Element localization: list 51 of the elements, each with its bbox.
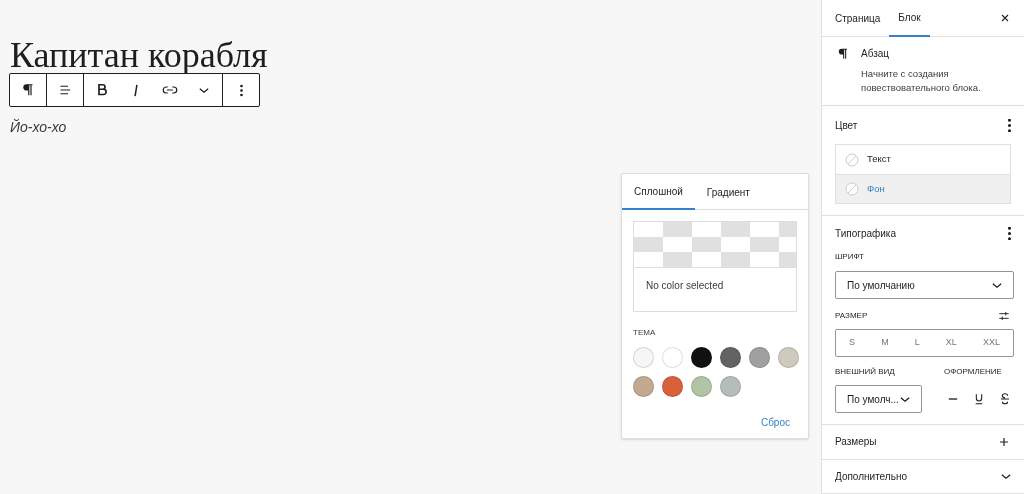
sidebar-tab[interactable]: Блок bbox=[889, 0, 930, 37]
appearance-select[interactable]: По умолч... bbox=[835, 385, 922, 414]
font-select[interactable]: По умолчанию bbox=[835, 271, 1014, 300]
block-name: Абзац bbox=[861, 47, 891, 61]
section-title: Цвет bbox=[835, 118, 858, 133]
color-swatch[interactable] bbox=[662, 376, 683, 397]
size-option[interactable]: XXL bbox=[978, 336, 1004, 350]
field-label: РАЗМЕР bbox=[835, 310, 868, 323]
field-label: ВНЕШНИЙ ВИД bbox=[835, 366, 896, 379]
color-swatch[interactable] bbox=[662, 347, 683, 368]
size-option[interactable]: XL bbox=[941, 336, 961, 350]
color-value-text: No color selected bbox=[645, 279, 725, 293]
reset-link[interactable]: Сброс bbox=[760, 415, 790, 430]
color-swatch[interactable] bbox=[691, 376, 712, 397]
color-swatch[interactable] bbox=[778, 347, 799, 368]
more-vertical-icon bbox=[239, 83, 243, 97]
no-color-icon bbox=[845, 152, 859, 167]
heading-text: Капитан корабля bbox=[10, 38, 268, 72]
minus-icon bbox=[948, 398, 958, 401]
size-option[interactable]: L bbox=[910, 336, 924, 350]
color-swatch[interactable] bbox=[749, 347, 770, 368]
palette-label: ТЕМА bbox=[633, 327, 657, 339]
options-button[interactable] bbox=[1008, 226, 1011, 240]
color-swatch[interactable] bbox=[633, 347, 654, 368]
no-color-icon bbox=[845, 182, 859, 197]
chevron-down-icon bbox=[1001, 473, 1011, 479]
more-vertical-icon bbox=[1008, 118, 1011, 132]
field-label: ОФОРМЛЕНИЕ bbox=[944, 366, 1003, 379]
close-icon bbox=[999, 12, 1011, 24]
panel-header[interactable]: Дополнительно bbox=[822, 459, 1024, 494]
panel-header[interactable]: Размеры bbox=[822, 425, 1024, 460]
color-swatch[interactable] bbox=[633, 376, 654, 397]
section-title: Типографика bbox=[835, 226, 896, 241]
more-vertical-icon bbox=[1008, 226, 1011, 240]
color-setting-item[interactable]: Фон bbox=[836, 174, 1010, 204]
sidebar-tab[interactable]: Страница bbox=[826, 0, 890, 37]
italic-icon bbox=[134, 83, 138, 97]
tab[interactable]: Сплошной bbox=[622, 174, 695, 210]
chevron-down-icon bbox=[992, 282, 1002, 288]
chevron-down-icon bbox=[900, 396, 910, 402]
chevron-down-icon bbox=[199, 87, 209, 93]
color-swatch[interactable] bbox=[691, 347, 712, 368]
paragraph-text: Йо-хо-хо bbox=[10, 118, 67, 137]
options-button[interactable] bbox=[1008, 118, 1011, 132]
color-swatch[interactable] bbox=[720, 347, 741, 368]
field-label: ШРИФТ bbox=[835, 251, 865, 264]
block-description: Начните с создания повествовательного блока. bbox=[861, 67, 982, 95]
size-option[interactable]: M bbox=[877, 336, 893, 350]
size-option[interactable]: S bbox=[845, 336, 860, 350]
color-swatch[interactable] bbox=[720, 376, 741, 397]
tab[interactable]: Градиент bbox=[694, 174, 762, 210]
